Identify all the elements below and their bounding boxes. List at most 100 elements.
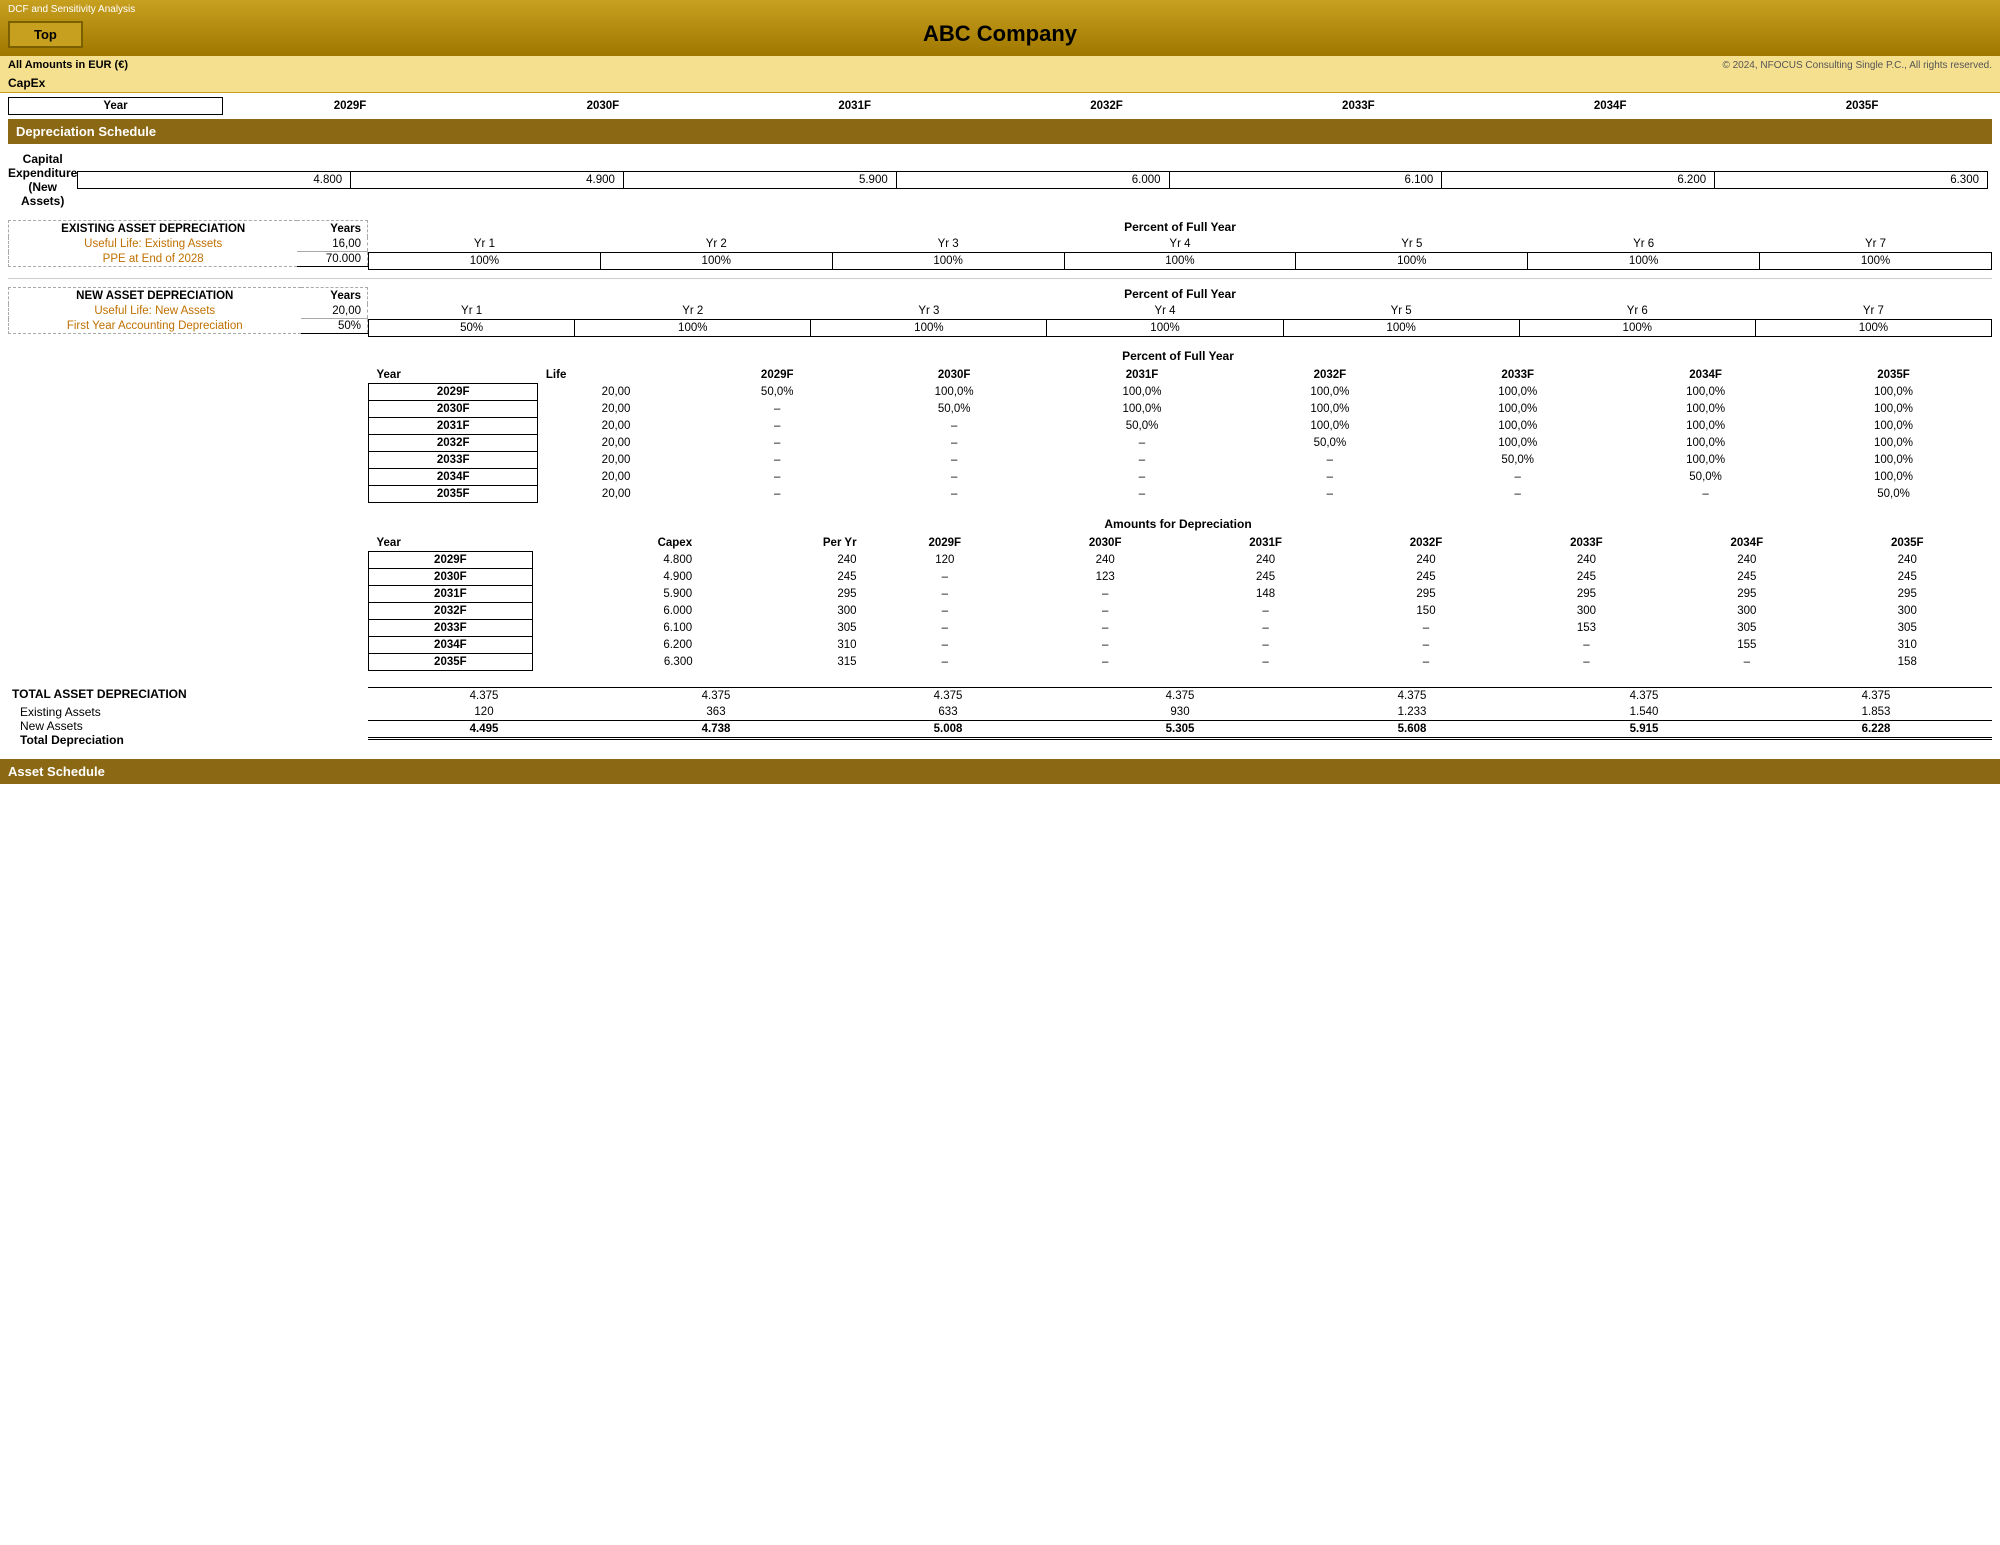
year-2032: 2032F	[981, 98, 1233, 115]
main-content: Year 2029F 2030F 2031F 2032F 2033F 2034F…	[0, 93, 2000, 751]
year-2031: 2031F	[729, 98, 981, 115]
existing-asset-years-col: Years	[297, 221, 367, 238]
depreciation-schedule-header: Depreciation Schedule	[8, 119, 1992, 144]
amounts-depreciation-section: Amounts for Depreciation Year Capex Per …	[368, 517, 1988, 671]
year-2035: 2035F	[1736, 98, 1988, 115]
existing-yr1: 100%	[369, 253, 601, 270]
pct-year-col: Year	[369, 367, 538, 384]
copyright: © 2024, NFOCUS Consulting Single P.C., A…	[1722, 60, 1992, 71]
pct-2033-2030: 100,0%	[1424, 401, 1612, 418]
capex-2032: 6.000	[896, 172, 1169, 189]
pct-2033-2029: 100,0%	[1424, 384, 1612, 401]
amt-row-2029: 2029F 4.800 240 120 240 240 240 240 240 …	[369, 552, 1988, 569]
existing-yr6: 100%	[1528, 253, 1760, 270]
pct-row-year-2030: 2030F	[369, 401, 538, 418]
pct-2035-2030: 100,0%	[1800, 401, 1988, 418]
new-asset-title: NEW ASSET DEPRECIATION	[9, 288, 301, 305]
first-year-value: 50%	[301, 319, 368, 334]
amt-row-2031: 2031F 5.900 295 – – 148 295 295 295 295	[369, 586, 1988, 603]
pct-life-col: Life	[538, 367, 694, 384]
pct-2034-2030: 100,0%	[1612, 401, 1800, 418]
existing-yr5: 100%	[1296, 253, 1528, 270]
page-title: ABC Company	[923, 21, 1077, 47]
existing-yr7: 100%	[1760, 253, 1992, 270]
amt-row-2030: 2030F 4.900 245 – 123 245 245 245 245 24…	[369, 569, 1988, 586]
existing-assets-label: Existing Assets	[12, 705, 368, 719]
pct-2032-2029: 100,0%	[1236, 384, 1424, 401]
pct-row-2032: 2032F 20,00 – – – 50,0% 100,0% 100,0% 10…	[369, 435, 1988, 452]
existing-yr4: 100%	[1064, 253, 1296, 270]
pct-2031-2030: 100,0%	[1048, 401, 1236, 418]
capex-section-label: CapEx	[0, 74, 2000, 93]
pct-row-2030: 2030F 20,00 – 50,0% 100,0% 100,0% 100,0%…	[369, 401, 1988, 418]
year-2030: 2030F	[477, 98, 729, 115]
pct-2032-2030: 100,0%	[1236, 401, 1424, 418]
pct-2034-col: 2034F	[1612, 367, 1800, 384]
capex-2031: 5.900	[623, 172, 896, 189]
amt-row-2035: 2035F 6.300 315 – – – – – – 158	[369, 654, 1988, 671]
useful-life-new-value: 20,00	[301, 304, 368, 319]
pct-2031-col: 2031F	[1048, 367, 1236, 384]
new-assets-label: New Assets	[12, 719, 368, 733]
new-yr7-header: Yr 7	[1755, 303, 1991, 320]
useful-life-new-label: Useful Life: New Assets	[9, 304, 301, 319]
useful-life-existing-value: 16,00	[297, 237, 367, 252]
pct-2032-col: 2032F	[1236, 367, 1424, 384]
capex-2035: 6.300	[1715, 172, 1988, 189]
new-yr2: 100%	[575, 320, 811, 337]
pct-2035-2029: 100,0%	[1800, 384, 1988, 401]
year-2034: 2034F	[1484, 98, 1736, 115]
total-asset-left: TOTAL ASSET DEPRECIATION Existing Assets…	[8, 687, 368, 747]
header-bar: DCF and Sensitivity Analysis Top ABC Com…	[0, 0, 2000, 55]
pct-row-2029: 2029F 20,00 50,0% 100,0% 100,0% 100,0% 1…	[369, 384, 1988, 401]
amt-peryr-col: Per Yr	[701, 535, 865, 552]
capex-2034: 6.200	[1442, 172, 1715, 189]
ppe-value: 70.000	[297, 252, 367, 267]
new-yr1-header: Yr 1	[369, 303, 575, 320]
existing-yr2: 100%	[600, 253, 832, 270]
existing-asset-right: Percent of Full Year Yr 1 Yr 2 Yr 3 Yr 4…	[368, 220, 1992, 270]
new-yr3: 100%	[811, 320, 1047, 337]
pct-row-year-2029: 2029F	[369, 384, 538, 401]
pct-2034-2029: 100,0%	[1612, 384, 1800, 401]
asset-schedule-bar: Asset Schedule	[0, 759, 2000, 784]
ppe-label: PPE at End of 2028	[9, 252, 298, 267]
dcf-label: DCF and Sensitivity Analysis	[8, 4, 1992, 15]
pct-row-2034: 2034F 20,00 – – – – – 50,0% 100,0%	[369, 469, 1988, 486]
pct-life-2029: 20,00	[538, 384, 694, 401]
capex-label: Capital Expenditure (New Assets)	[8, 152, 77, 208]
new-yr5: 100%	[1283, 320, 1519, 337]
yr6-header: Yr 6	[1528, 236, 1760, 253]
total-asset-right: 4.375 4.375 4.375 4.375 4.375 4.375 4.37…	[368, 687, 1992, 740]
pct-row-2031: 2031F 20,00 – – 50,0% 100,0% 100,0% 100,…	[369, 418, 1988, 435]
top-button[interactable]: Top	[8, 21, 83, 48]
pct-full-year-title: Percent of Full Year	[368, 349, 1988, 363]
amt-row-2034: 2034F 6.200 310 – – – – – 155 310	[369, 637, 1988, 654]
existing-pct-label: Percent of Full Year	[368, 220, 1992, 234]
sub-header: All Amounts in EUR (€) © 2024, NFOCUS Co…	[0, 55, 2000, 74]
yr7-header: Yr 7	[1760, 236, 1992, 253]
year-2029: 2029F	[223, 98, 477, 115]
pct-full-year-section: Percent of Full Year Year Life 2029F 203…	[368, 349, 1988, 503]
useful-life-existing-label: Useful Life: Existing Assets	[9, 237, 298, 252]
existing-asset-title: EXISTING ASSET DEPRECIATION	[9, 221, 298, 238]
total-depr-row: 4.495 4.738 5.008 5.305 5.608 5.915 6.22…	[368, 721, 1992, 739]
capex-2033: 6.100	[1169, 172, 1442, 189]
existing-assets-row: 4.375 4.375 4.375 4.375 4.375 4.375 4.37…	[368, 688, 1992, 705]
new-yr3-header: Yr 3	[811, 303, 1047, 320]
new-yr4: 100%	[1047, 320, 1283, 337]
pct-2030-2029: 100,0%	[860, 384, 1048, 401]
pct-row-year-2031: 2031F	[369, 418, 538, 435]
pct-2029-2030: –	[694, 401, 860, 418]
pct-row-2035: 2035F 20,00 – – – – – – 50,0%	[369, 486, 1988, 503]
yr4-header: Yr 4	[1064, 236, 1296, 253]
total-asset-title: TOTAL ASSET DEPRECIATION	[12, 687, 368, 701]
pct-2030-col: 2030F	[860, 367, 1048, 384]
new-asset-years-col: Years	[301, 288, 368, 305]
amt-capex-col: Capex	[532, 535, 700, 552]
amt-row-2033: 2033F 6.100 305 – – – – 153 305 305	[369, 620, 1988, 637]
new-yr2-header: Yr 2	[575, 303, 811, 320]
total-depr-label: Total Depreciation	[12, 733, 368, 747]
pct-2035-col: 2035F	[1800, 367, 1988, 384]
year-2033: 2033F	[1232, 98, 1484, 115]
